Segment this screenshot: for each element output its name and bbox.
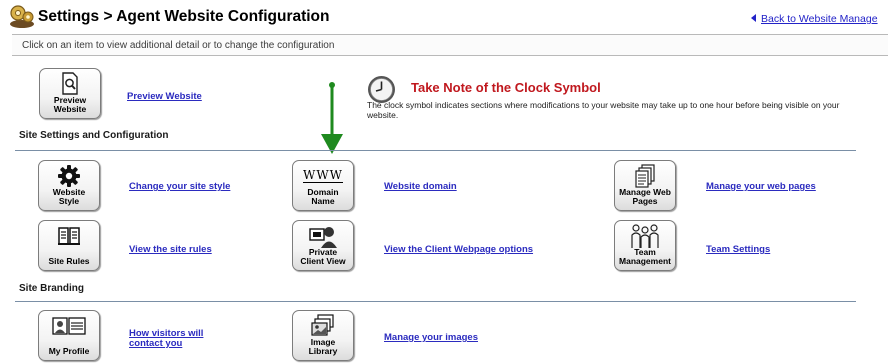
change-site-style-link[interactable]: Change your site style — [129, 182, 230, 192]
pages-icon — [615, 164, 675, 188]
tile-label: Manage Web Pages — [619, 187, 671, 206]
site-settings-heading: Site Settings and Configuration — [19, 130, 169, 141]
team-management-tile[interactable]: Team Management — [614, 220, 676, 271]
team-icon — [615, 224, 675, 248]
tile-label: Website Style — [52, 187, 86, 206]
clock-note-body: The clock symbol indicates sections wher… — [367, 100, 840, 120]
instruction-bar: Click on an item to view additional deta… — [12, 34, 888, 56]
magnifier-document-icon — [40, 72, 100, 96]
tile-label: Site Rules — [48, 256, 90, 266]
preview-website-link[interactable]: Preview Website — [127, 92, 202, 102]
page-title: Settings > Agent Website Configuration — [38, 8, 330, 25]
manage-web-pages-link[interactable]: Manage your web pages — [706, 182, 816, 192]
tile-label: Preview Website — [53, 95, 87, 114]
back-link-label: Back to Website Manage — [761, 13, 878, 25]
team-settings-link[interactable]: Team Settings — [706, 245, 770, 255]
profile-card-icon — [39, 314, 99, 338]
image-library-icon — [293, 314, 353, 338]
book-icon — [39, 224, 99, 248]
tile-label: Team Management — [619, 247, 671, 266]
clock-note-title: Take Note of the Clock Symbol — [411, 80, 601, 95]
section-divider — [15, 301, 856, 302]
website-domain-link[interactable]: Website domain — [384, 182, 457, 192]
gear-icon — [39, 164, 99, 188]
www-icon: WWW — [293, 164, 353, 188]
green-down-arrow-icon — [321, 82, 343, 154]
how-visitors-contact-link[interactable]: How visitors will contact you — [129, 329, 203, 349]
preview-website-tile[interactable]: Preview Website — [39, 68, 101, 119]
view-client-webpage-options-link[interactable]: View the Client Webpage options — [384, 245, 533, 255]
section-divider — [15, 150, 856, 151]
tile-label: Domain Name — [307, 187, 339, 206]
private-client-view-tile[interactable]: Private Client View — [292, 220, 354, 271]
view-site-rules-link[interactable]: View the site rules — [129, 245, 212, 255]
www-text: WWW — [302, 168, 343, 183]
domain-name-tile[interactable]: WWW Domain Name — [292, 160, 354, 211]
client-view-icon — [293, 224, 353, 248]
my-profile-tile[interactable]: My Profile — [38, 310, 100, 361]
back-arrow-icon — [751, 14, 756, 22]
tile-label: Private Client View — [300, 247, 346, 266]
tile-label: Image Library — [308, 337, 338, 356]
back-to-website-manager-link[interactable]: Back to Website Manage — [751, 13, 878, 25]
image-library-tile[interactable]: Image Library — [292, 310, 354, 361]
website-style-tile[interactable]: Website Style — [38, 160, 100, 211]
instruction-text: Click on an item to view additional deta… — [22, 40, 335, 51]
site-branding-heading: Site Branding — [19, 283, 85, 294]
site-rules-tile[interactable]: Site Rules — [38, 220, 100, 271]
manage-web-pages-tile[interactable]: Manage Web Pages — [614, 160, 676, 211]
manage-images-link[interactable]: Manage your images — [384, 333, 478, 343]
tile-label: My Profile — [48, 346, 90, 356]
settings-logo-icon — [10, 5, 34, 28]
